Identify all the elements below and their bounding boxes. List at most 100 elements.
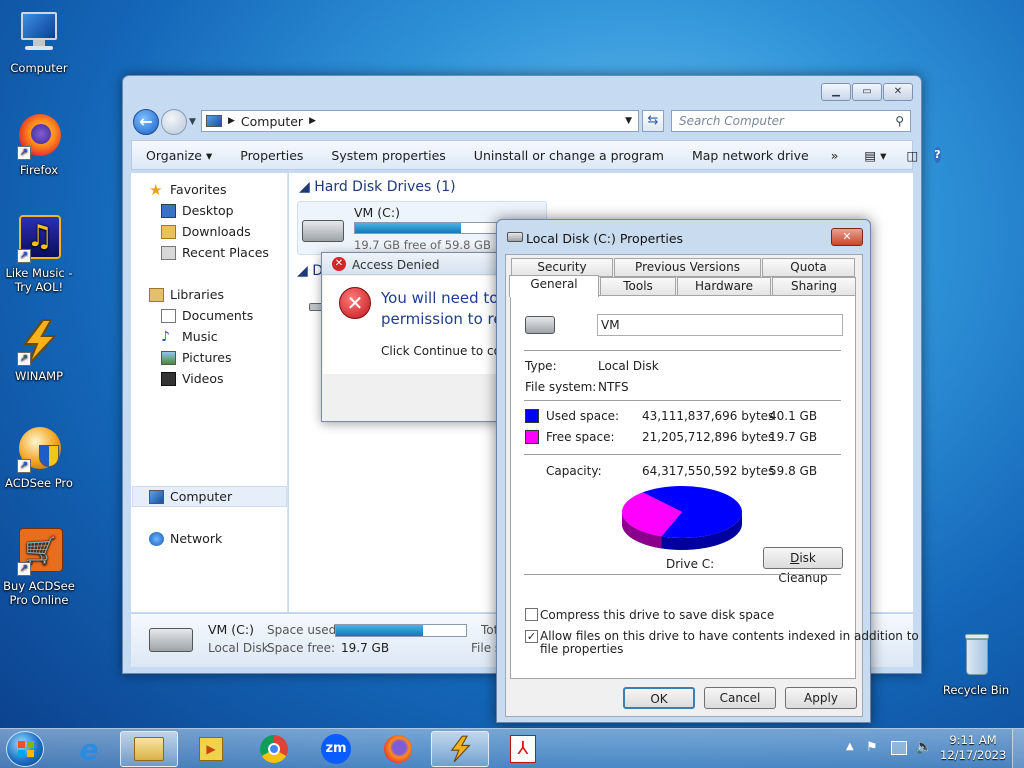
nav-favorites[interactable]: ★ Favorites	[149, 182, 226, 197]
nav-videos[interactable]: Videos	[161, 371, 224, 386]
command-bar: Organize ▾ Properties System properties …	[131, 140, 941, 170]
cancel-button[interactable]: Cancel	[704, 687, 776, 709]
organize-button[interactable]: Organize ▾	[132, 148, 226, 163]
nav-libraries[interactable]: Libraries	[149, 287, 224, 302]
firefox-icon: ↗	[15, 112, 63, 160]
nav-downloads[interactable]: Downloads	[161, 224, 251, 239]
show-desktop-button[interactable]	[1012, 729, 1024, 768]
show-hidden-icons-button[interactable]: ▲	[846, 741, 854, 752]
apply-button[interactable]: Apply	[785, 687, 857, 709]
downloads-folder-icon	[161, 224, 176, 239]
help-icon[interactable]: ?	[934, 147, 941, 163]
windows-logo-icon	[18, 741, 34, 757]
nav-pictures[interactable]: Pictures	[161, 350, 232, 365]
documents-icon	[161, 308, 176, 323]
desktop-icon-computer[interactable]: Computer	[1, 10, 77, 75]
dialog-close-button[interactable]: ✕	[831, 228, 863, 246]
desktop-icon-buy-acdsee[interactable]: 🛒 ↗ Buy ACDSee Pro Online	[1, 528, 77, 607]
desktop-icon-acdsee[interactable]: ↗ ACDSee Pro	[1, 425, 77, 490]
preview-pane-icon[interactable]: ◫	[896, 148, 928, 163]
used-space-swatch	[525, 409, 539, 423]
navigation-pane: ★ Favorites Desktop Downloads Recent Plac…	[131, 173, 288, 612]
index-files-checkbox[interactable]: ✓	[525, 630, 538, 643]
address-text: Computer	[240, 113, 304, 129]
tab-general[interactable]: General	[509, 275, 599, 297]
nav-desktop[interactable]: Desktop	[161, 203, 234, 218]
videos-icon	[161, 371, 176, 386]
tab-hardware[interactable]: Hardware	[677, 277, 771, 296]
recent-places-icon	[161, 245, 176, 260]
desktop-icon-recycle-bin[interactable]: Recycle Bin	[938, 632, 1014, 697]
computer-small-icon	[206, 115, 222, 127]
ok-button[interactable]: OK	[623, 687, 695, 709]
section-header-hard-disk[interactable]: ◢ Hard Disk Drives (1)	[299, 179, 456, 195]
local-disk-properties-dialog[interactable]: Local Disk (C:) Properties ✕ Security Pr…	[496, 219, 919, 723]
address-dropdown-icon[interactable]: ▼	[625, 116, 632, 126]
maximize-button[interactable]: ▭	[852, 83, 882, 101]
firefox-icon	[384, 735, 412, 763]
recent-pages-dropdown-icon[interactable]: ▼	[189, 117, 196, 127]
tab-previous-versions[interactable]: Previous Versions	[614, 258, 761, 277]
nav-network[interactable]: Network	[149, 531, 222, 546]
uninstall-program-button[interactable]: Uninstall or change a program	[460, 148, 678, 163]
change-view-icon[interactable]: ▤ ▾	[846, 148, 896, 163]
nav-computer[interactable]: Computer	[149, 489, 232, 504]
nav-documents[interactable]: Documents	[161, 308, 253, 323]
system-properties-button[interactable]: System properties	[317, 148, 459, 163]
compress-drive-checkbox[interactable]	[525, 608, 538, 621]
network-tray-icon[interactable]	[891, 741, 907, 755]
start-button[interactable]	[6, 731, 44, 767]
nav-music[interactable]: ♪ Music	[161, 329, 218, 344]
free-space-swatch	[525, 430, 539, 444]
winamp-bolt-icon: ↗	[15, 318, 63, 366]
action-center-flag-icon[interactable]: ⚑	[866, 740, 882, 756]
hard-drive-icon	[525, 316, 555, 334]
nav-recent-places[interactable]: Recent Places	[161, 245, 269, 260]
desktop-icon-firefox[interactable]: ↗ Firefox	[1, 112, 77, 177]
taskbar-zoom[interactable]: zm	[307, 731, 365, 767]
address-bar[interactable]: ▶ Computer ▶ ▼	[201, 110, 639, 132]
taskbar-acrobat[interactable]: ⅄	[494, 731, 552, 767]
taskbar-firefox[interactable]	[369, 731, 427, 767]
close-button[interactable]: ✕	[883, 83, 913, 101]
properties-button[interactable]: Properties	[226, 148, 317, 163]
music-icon: ♪	[161, 328, 170, 345]
tab-quota[interactable]: Quota	[762, 258, 855, 277]
media-player-icon: ▶	[199, 737, 223, 761]
computer-small-icon	[149, 489, 164, 504]
back-button[interactable]: ←	[133, 109, 159, 135]
more-commands-button[interactable]: »	[823, 148, 847, 163]
taskbar-chrome[interactable]	[245, 731, 303, 767]
clock[interactable]: 9:11 AM 12/17/2023	[940, 733, 1006, 763]
tab-tools[interactable]: Tools	[600, 277, 676, 296]
volume-muted-icon[interactable]: 🔈	[915, 739, 932, 755]
recycle-bin-icon	[952, 632, 1000, 680]
drive-usage-bar	[354, 222, 514, 234]
map-network-drive-button[interactable]: Map network drive	[678, 148, 823, 163]
taskbar-winamp[interactable]	[431, 731, 489, 767]
search-input[interactable]: Search Computer ⚲	[671, 110, 911, 132]
music-note-icon: ♫ ↗	[15, 215, 63, 263]
volume-label-input[interactable]: VM	[597, 314, 843, 336]
access-denied-dialog[interactable]: ✕ Access Denied ✕ You will need to permi…	[321, 252, 509, 422]
section-header-devices[interactable]: ◢ D	[297, 263, 323, 279]
zoom-icon: zm	[321, 734, 351, 764]
details-usage-bar	[335, 624, 467, 637]
shopping-cart-icon: 🛒 ↗	[15, 528, 63, 576]
index-files-label: Allow files on this drive to have conten…	[540, 629, 919, 656]
tab-sharing[interactable]: Sharing	[772, 277, 856, 296]
disk-cleanup-button[interactable]: Disk Cleanup	[763, 547, 843, 585]
taskbar-windows-explorer[interactable]	[120, 731, 178, 767]
refresh-icon[interactable]: ⇆	[642, 110, 664, 132]
pictures-icon	[161, 350, 176, 365]
minimize-button[interactable]: ▁	[821, 83, 851, 101]
desktop-icon-like-music[interactable]: ♫ ↗ Like Music - Try AOL!	[1, 215, 77, 294]
forward-button[interactable]	[161, 109, 187, 135]
desktop-icon-winamp[interactable]: ↗ WINAMP	[1, 318, 77, 383]
taskbar-media-player[interactable]: ▶	[182, 731, 240, 767]
desktop-folder-icon	[161, 203, 176, 218]
shortcut-arrow-icon: ↗	[17, 146, 31, 160]
search-icon[interactable]: ⚲	[895, 111, 904, 131]
taskbar-internet-explorer[interactable]: e	[60, 731, 118, 767]
hard-drive-icon	[302, 220, 344, 242]
